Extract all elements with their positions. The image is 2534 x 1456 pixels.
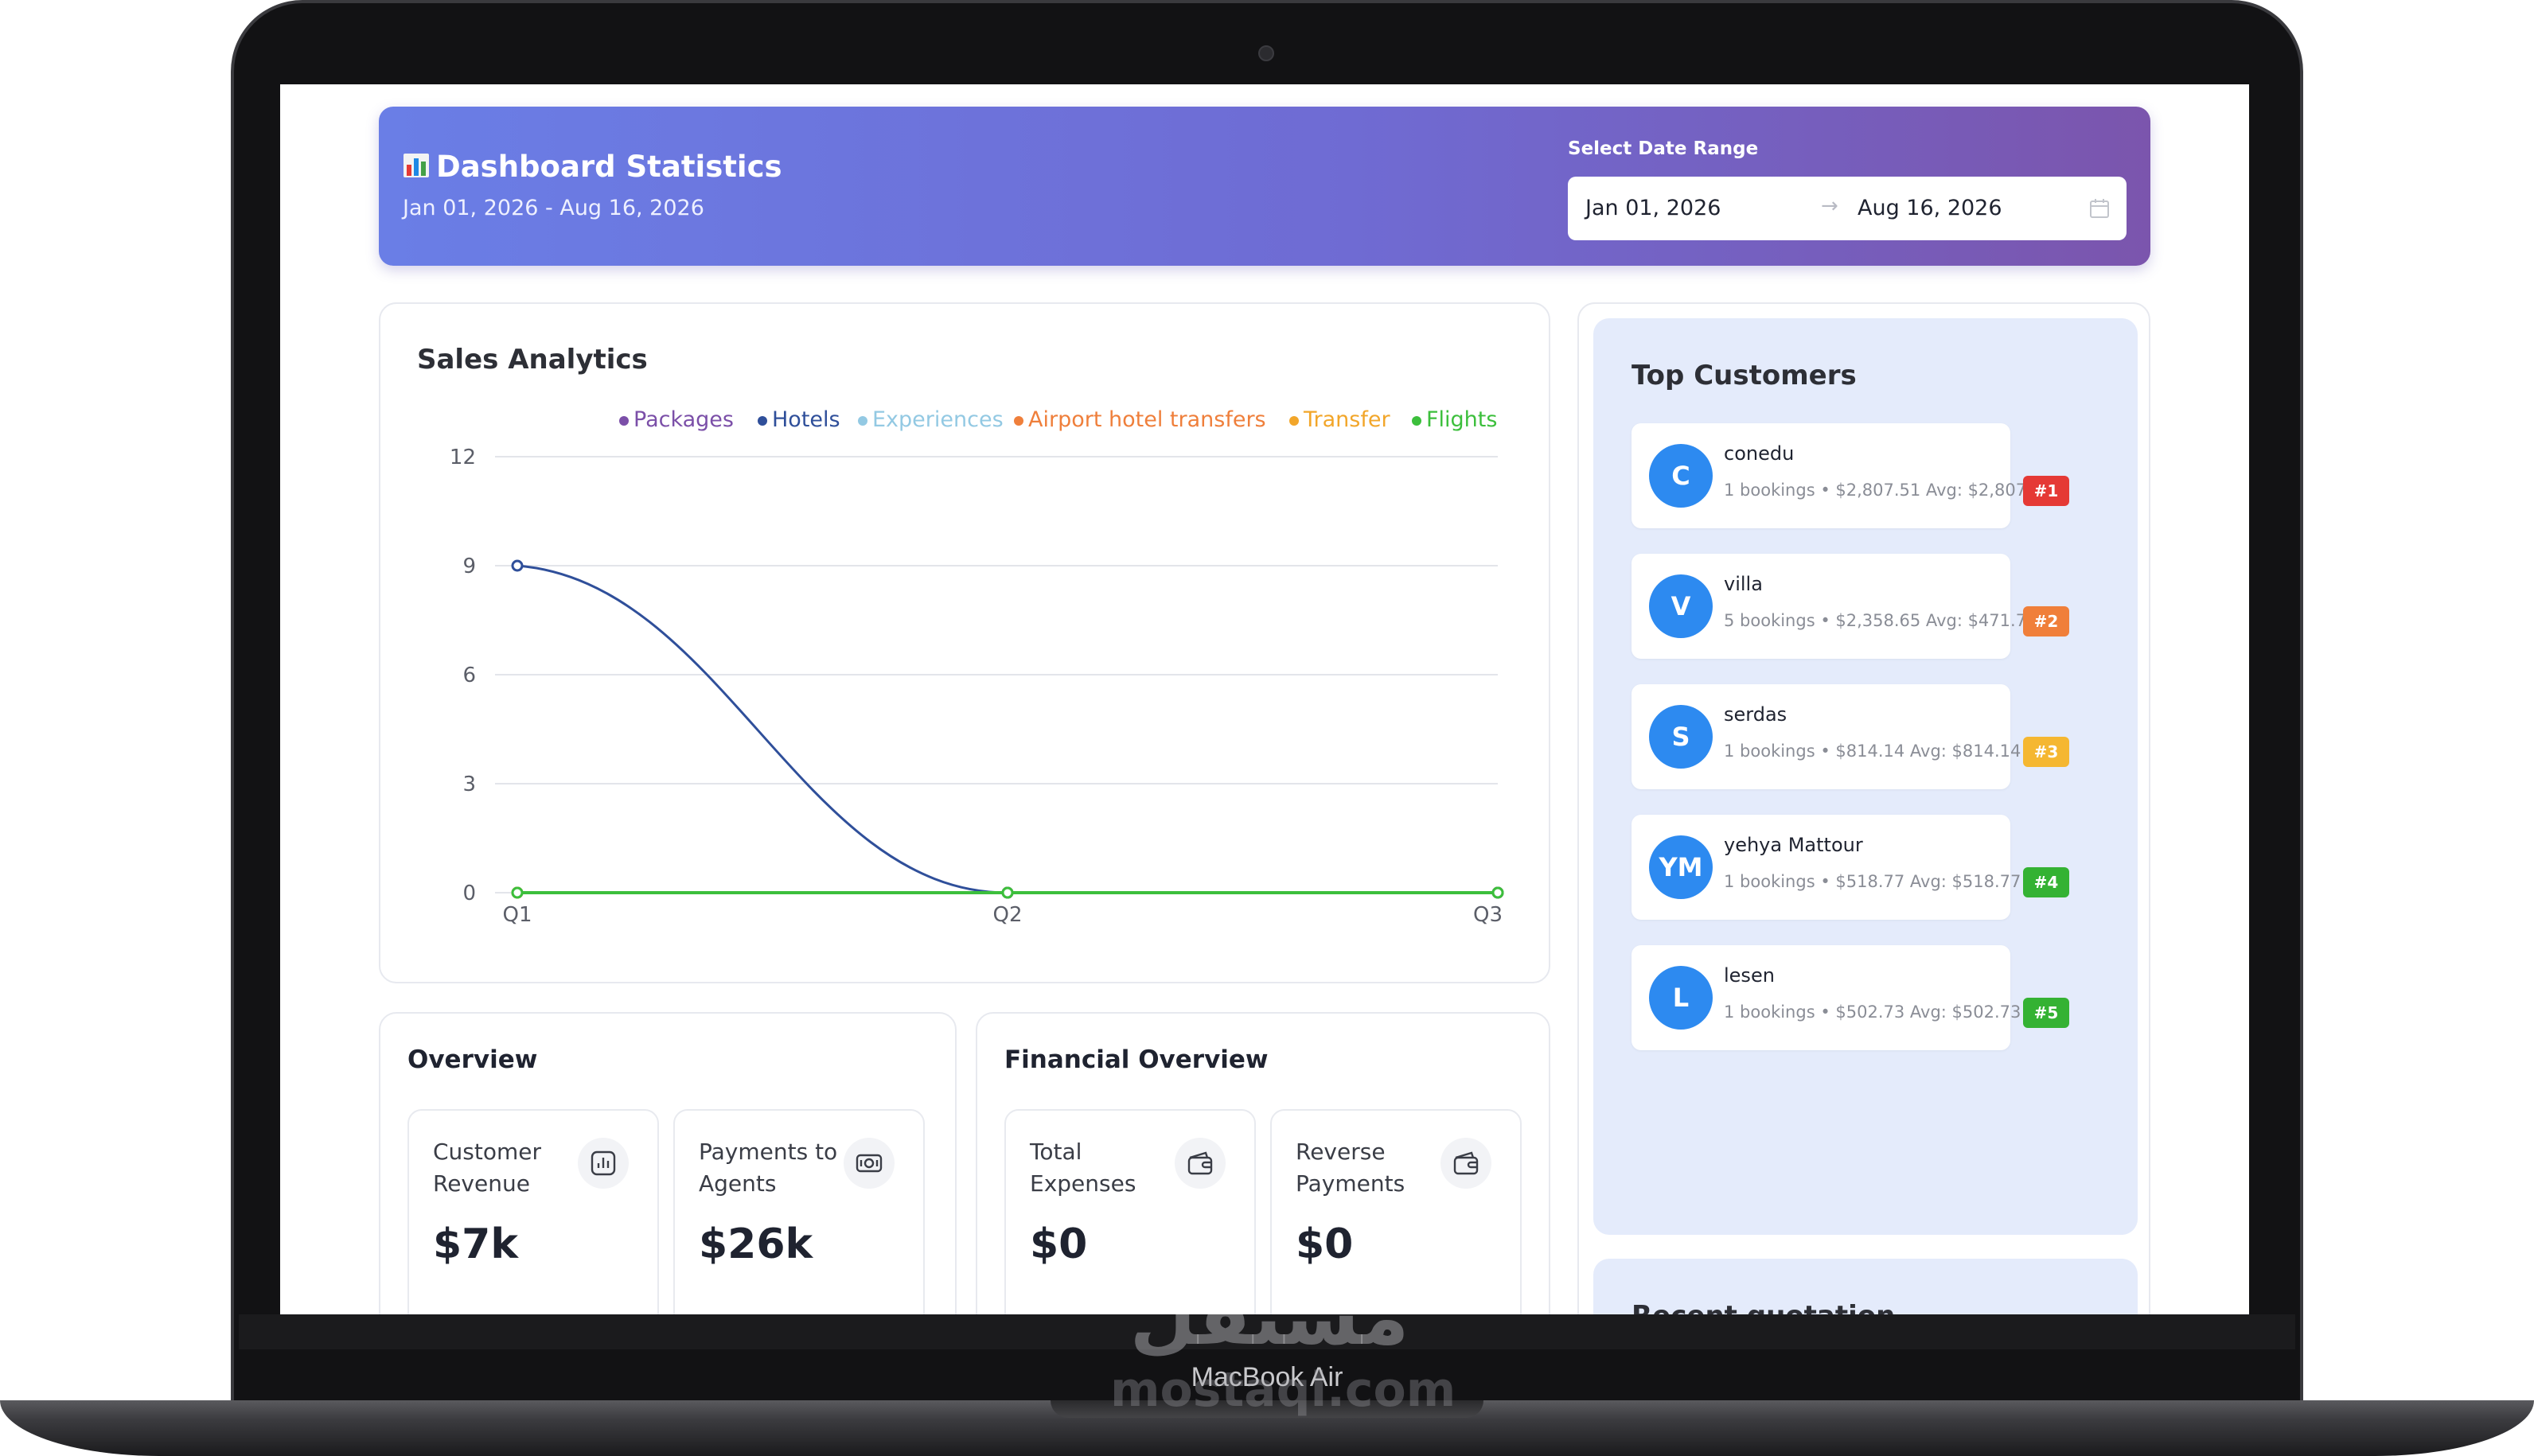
data-point bbox=[511, 559, 524, 572]
stat-value: $0 bbox=[1030, 1220, 1088, 1268]
dashboard-screen: Dashboard Statistics Jan 01, 2026 - Aug … bbox=[280, 84, 2249, 1314]
customer-card[interactable]: C conedu 1 bookings • $2,807.51 Avg: $2,… bbox=[1632, 423, 2069, 528]
stat-label: Payments to Agents bbox=[699, 1139, 838, 1197]
avatar: L bbox=[1649, 966, 1713, 1030]
y-tick-label: 3 bbox=[462, 773, 476, 796]
data-point bbox=[511, 886, 524, 899]
right-panel: Top Customers C conedu 1 bookings • $2,8… bbox=[1577, 302, 2150, 1314]
overview-title: Overview bbox=[407, 1045, 538, 1074]
customer-name: yehya Mattour bbox=[1724, 834, 1863, 856]
customer-meta: 5 bookings • $2,358.65 Avg: $471.73 bbox=[1724, 611, 2037, 630]
customer-meta: 1 bookings • $2,807.51 Avg: $2,807.51 bbox=[1724, 481, 2053, 500]
customer-card[interactable]: V villa 5 bookings • $2,358.65 Avg: $471… bbox=[1632, 554, 2069, 659]
reverse-payments-stat: Reverse Payments $0 bbox=[1270, 1109, 1522, 1314]
date-range-label: Select Date Range bbox=[1568, 138, 1759, 159]
avatar: YM bbox=[1649, 835, 1713, 899]
customer-name: villa bbox=[1724, 573, 1763, 595]
financial-overview-card: Financial Overview Total Expenses $0 Rev… bbox=[976, 1012, 1550, 1314]
customer-name: serdas bbox=[1724, 703, 1787, 726]
financial-title: Financial Overview bbox=[1004, 1045, 1269, 1074]
data-point bbox=[1491, 886, 1504, 899]
customer-meta: 1 bookings • $814.14 Avg: $814.14 bbox=[1724, 742, 2021, 761]
date-summary: Jan 01, 2026 - Aug 16, 2026 bbox=[403, 196, 704, 220]
wallet-icon bbox=[1440, 1138, 1491, 1189]
top-customers-title: Top Customers bbox=[1632, 360, 1857, 391]
date-range-picker[interactable]: Jan 01, 2026 → Aug 16, 2026 bbox=[1568, 177, 2127, 240]
bar-chart-icon bbox=[403, 151, 430, 185]
total-expenses-stat: Total Expenses $0 bbox=[1004, 1109, 1256, 1314]
overview-card: Overview Customer Revenue $7k Payments t… bbox=[379, 1012, 957, 1314]
stat-value: $26k bbox=[699, 1220, 813, 1268]
watermark-latin: mostaql.com bbox=[1110, 1362, 1456, 1418]
camera bbox=[1258, 45, 1274, 61]
series-line-hotels bbox=[517, 564, 1498, 894]
page-title-text: Dashboard Statistics bbox=[436, 150, 782, 184]
bar-chart-icon bbox=[578, 1138, 629, 1189]
arrow-right-icon: → bbox=[1821, 194, 1838, 218]
stat-label: Customer Revenue bbox=[433, 1139, 542, 1197]
customer-card[interactable]: S serdas 1 bookings • $814.14 Avg: $814.… bbox=[1632, 684, 2069, 789]
sales-line-chart: 0 3 6 9 12 Q1 Q2 Q3 bbox=[450, 446, 1504, 927]
customer-card[interactable]: YM yehya Mattour 1 bookings • $518.77 Av… bbox=[1632, 815, 2069, 920]
top-customers-panel: Top Customers C conedu 1 bookings • $2,8… bbox=[1593, 318, 2138, 1235]
recent-quotation-panel: Recent quotation bbox=[1593, 1259, 2138, 1314]
x-tick-label: Q1 bbox=[502, 903, 532, 927]
calendar-icon[interactable] bbox=[2088, 197, 2111, 223]
stat-value: $0 bbox=[1296, 1220, 1354, 1268]
recent-quotation-title: Recent quotation bbox=[1632, 1300, 1895, 1314]
rank-badge: #2 bbox=[2023, 606, 2069, 637]
customer-meta: 1 bookings • $518.77 Avg: $518.77 bbox=[1724, 872, 2021, 891]
stat-label: Reverse Payments bbox=[1296, 1139, 1405, 1197]
end-date-input[interactable]: Aug 16, 2026 bbox=[1858, 196, 2002, 220]
page-title: Dashboard Statistics bbox=[403, 150, 782, 185]
customer-name: conedu bbox=[1724, 442, 1795, 465]
stat-label: Total Expenses bbox=[1030, 1139, 1136, 1197]
customer-name: lesen bbox=[1724, 964, 1775, 987]
rank-badge: #5 bbox=[2023, 998, 2069, 1028]
y-tick-label: 9 bbox=[462, 555, 476, 578]
money-icon bbox=[844, 1138, 895, 1189]
rank-badge: #1 bbox=[2023, 476, 2069, 506]
customer-revenue-stat: Customer Revenue $7k bbox=[407, 1109, 659, 1314]
avatar: V bbox=[1649, 574, 1713, 638]
y-tick-label: 0 bbox=[462, 882, 476, 905]
x-tick-label: Q2 bbox=[992, 903, 1022, 927]
sales-analytics-card: Sales Analytics Packages Hotels Experience… bbox=[379, 302, 1550, 983]
payments-to-agents-stat: Payments to Agents $26k bbox=[673, 1109, 925, 1314]
avatar: S bbox=[1649, 705, 1713, 769]
rank-badge: #3 bbox=[2023, 737, 2069, 767]
customer-card[interactable]: L lesen 1 bookings • $502.73 Avg: $502.7… bbox=[1632, 945, 2069, 1050]
stat-value: $7k bbox=[433, 1220, 518, 1268]
wallet-icon bbox=[1175, 1138, 1226, 1189]
customer-meta: 1 bookings • $502.73 Avg: $502.73 bbox=[1724, 1002, 2021, 1022]
dashboard-header: Dashboard Statistics Jan 01, 2026 - Aug … bbox=[379, 107, 2150, 266]
data-point bbox=[1001, 886, 1014, 899]
y-tick-label: 12 bbox=[450, 446, 476, 469]
rank-badge: #4 bbox=[2023, 867, 2069, 897]
avatar: C bbox=[1649, 444, 1713, 508]
start-date-input[interactable]: Jan 01, 2026 bbox=[1585, 196, 1721, 220]
y-tick-label: 6 bbox=[462, 664, 476, 687]
x-tick-label: Q3 bbox=[1473, 903, 1503, 927]
